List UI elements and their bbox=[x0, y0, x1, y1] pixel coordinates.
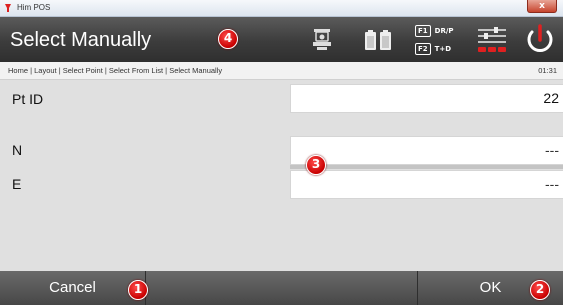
cancel-button[interactable]: Cancel bbox=[0, 271, 146, 305]
callout-1: 1 bbox=[128, 280, 148, 300]
e-label: E bbox=[12, 176, 22, 192]
f1-key-label: DR/P bbox=[434, 27, 454, 35]
settings-sliders-icon[interactable] bbox=[474, 17, 510, 62]
n-label: N bbox=[12, 142, 23, 158]
breadcrumb-bar: Home | Layout | Select Point | Select Fr… bbox=[0, 62, 563, 80]
window-titlebar: Him POS x bbox=[0, 0, 563, 17]
n-value-field[interactable]: --- bbox=[290, 136, 563, 165]
callout-2: 2 bbox=[530, 280, 550, 300]
instrument-tripod-icon[interactable] bbox=[308, 17, 336, 62]
app-header: Select Manually 4 F1 DR/P F2 T+D bbox=[0, 17, 563, 62]
divider-track bbox=[290, 165, 563, 169]
footer-bar: Cancel 1 OK 2 bbox=[0, 271, 563, 305]
battery-icon[interactable] bbox=[360, 17, 396, 62]
pt-id-input[interactable]: 22 bbox=[290, 84, 563, 113]
page-title: Select Manually bbox=[10, 29, 152, 51]
e-value-field[interactable]: --- bbox=[290, 170, 563, 199]
f2-key-badge: F2 bbox=[415, 43, 431, 55]
callout-4: 4 bbox=[218, 29, 238, 49]
breadcrumb[interactable]: Home | Layout | Select Point | Select Fr… bbox=[8, 66, 222, 75]
f1-key-badge: F1 bbox=[415, 25, 431, 37]
app-icon bbox=[5, 4, 11, 12]
window-title: Him POS bbox=[17, 3, 51, 12]
f2-key-label: T+D bbox=[434, 45, 452, 53]
clock-time: 01:31 bbox=[538, 66, 557, 75]
power-icon[interactable] bbox=[520, 17, 560, 62]
window-close-button[interactable]: x bbox=[527, 0, 557, 13]
fkey-assignment-icon[interactable]: F1 DR/P F2 T+D bbox=[415, 22, 475, 58]
form-area: Pt ID 22 N --- E --- 3 bbox=[0, 80, 563, 271]
callout-3: 3 bbox=[306, 155, 326, 175]
pt-id-label: Pt ID bbox=[12, 91, 44, 107]
